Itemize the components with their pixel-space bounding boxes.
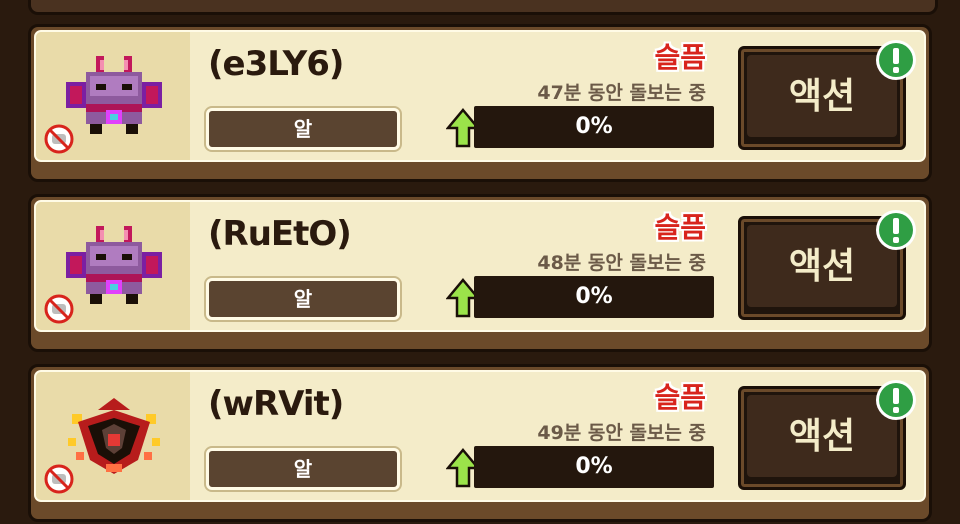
pet-stage-label: 알 [206, 108, 400, 150]
pet-portrait-area [36, 372, 190, 500]
alert-exclamation-icon [876, 40, 916, 80]
pet-card-body: (RuEtO) 알 슬픔 48분 동안 돌보는 중 0% 액션 [34, 200, 926, 332]
no-feed-badge-icon [44, 294, 74, 324]
alert-exclamation-icon [876, 380, 916, 420]
no-feed-badge-icon [44, 464, 74, 494]
dragon-red-icon [68, 398, 160, 474]
pet-card-body: (wRVit) 알 슬픔 49분 동안 돌보는 중 0% 액션 [34, 370, 926, 502]
pet-mood-status: 슬픔 [654, 381, 706, 414]
growth-progress-label: 0% [575, 284, 613, 309]
growth-progress-label: 0% [575, 454, 613, 479]
pet-portrait-area [36, 32, 190, 160]
pet-list: (e3LY6) 알 슬픔 47분 동안 돌보는 중 0% 액션 (RuEtO) … [0, 0, 960, 524]
pet-stage-label: 알 [206, 278, 400, 320]
care-duration-text: 47분 동안 돌보는 중 [537, 82, 706, 104]
pet-name: (e3LY6) [208, 44, 344, 84]
alert-exclamation-icon [876, 210, 916, 250]
growth-progress-bar: 0% [474, 276, 714, 318]
growth-progress-bar: 0% [474, 106, 714, 148]
pet-mood-status: 슬픔 [654, 211, 706, 244]
pet-card[interactable]: (wRVit) 알 슬픔 49분 동안 돌보는 중 0% 액션 [28, 364, 932, 522]
pet-card-body: (e3LY6) 알 슬픔 47분 동안 돌보는 중 0% 액션 [34, 30, 926, 162]
pet-mood-status: 슬픔 [654, 41, 706, 74]
pet-card[interactable]: (RuEtO) 알 슬픔 48분 동안 돌보는 중 0% 액션 [28, 194, 932, 352]
dragon-purple-icon [66, 226, 162, 304]
growth-progress-label: 0% [575, 114, 613, 139]
care-duration-text: 48분 동안 돌보는 중 [537, 252, 706, 274]
pet-name: (wRVit) [208, 384, 344, 424]
no-feed-badge-icon [44, 124, 74, 154]
dragon-purple-icon [66, 56, 162, 134]
pet-portrait-area [36, 202, 190, 330]
pet-card[interactable]: (e3LY6) 알 슬픔 47분 동안 돌보는 중 0% 액션 [28, 24, 932, 182]
care-duration-text: 49분 동안 돌보는 중 [537, 422, 706, 444]
growth-progress-bar: 0% [474, 446, 714, 488]
pet-stage-label: 알 [206, 448, 400, 490]
pet-name: (RuEtO) [208, 214, 352, 254]
